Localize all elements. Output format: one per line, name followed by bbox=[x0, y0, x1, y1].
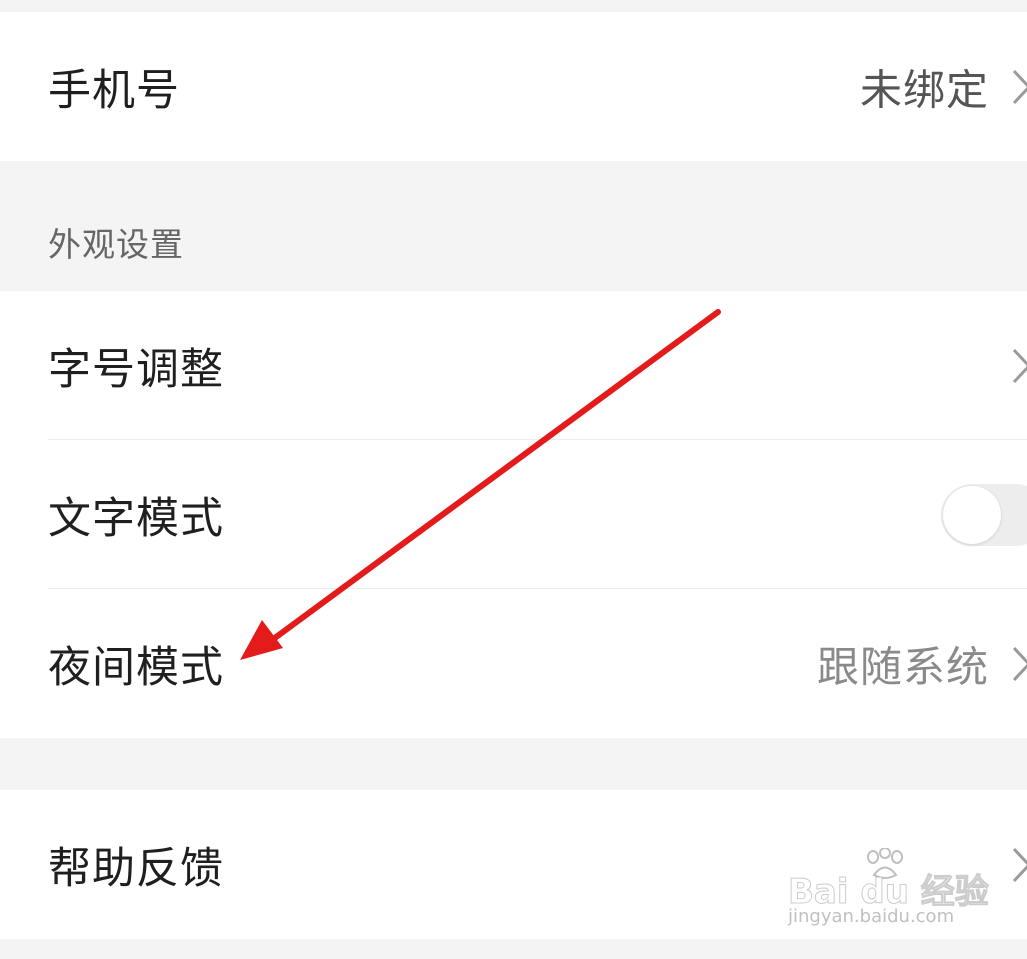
watermark-url: jingyan.baidu.com bbox=[788, 906, 955, 927]
feedback-label: 帮助反馈 bbox=[48, 843, 224, 894]
chevron-right-icon bbox=[1012, 646, 1027, 681]
toggle-knob bbox=[943, 485, 1001, 544]
appearance-section-title: 外观设置 bbox=[48, 225, 184, 264]
night-mode-value: 跟随系统 bbox=[816, 642, 989, 691]
night-mode-label: 夜间模式 bbox=[48, 642, 224, 693]
settings-page: 手机号 未绑定 外观设置 字号调整 文字模式 夜间模式 跟随系统 帮助反馈 Ba… bbox=[0, 0, 1027, 959]
phone-value: 未绑定 bbox=[859, 65, 989, 114]
phone-label: 手机号 bbox=[48, 65, 180, 116]
night-mode-row[interactable]: 夜间模式 跟随系统 bbox=[0, 589, 1027, 738]
baidu-jingyan-watermark: Bai du 经验 jingyan.baidu.com bbox=[786, 848, 989, 938]
chevron-right-icon bbox=[1012, 69, 1027, 104]
account-group: 手机号 未绑定 bbox=[0, 12, 1027, 161]
phone-row[interactable]: 手机号 未绑定 bbox=[0, 12, 1027, 161]
appearance-group: 字号调整 文字模式 夜间模式 跟随系统 bbox=[0, 291, 1027, 738]
chevron-right-icon bbox=[1012, 847, 1027, 882]
text-mode-row: 文字模式 bbox=[0, 440, 1027, 589]
font-size-label: 字号调整 bbox=[48, 344, 224, 395]
chevron-right-icon bbox=[1012, 348, 1027, 383]
font-size-row[interactable]: 字号调整 bbox=[0, 291, 1027, 440]
text-mode-label: 文字模式 bbox=[48, 493, 224, 544]
text-mode-toggle[interactable] bbox=[941, 483, 1027, 546]
